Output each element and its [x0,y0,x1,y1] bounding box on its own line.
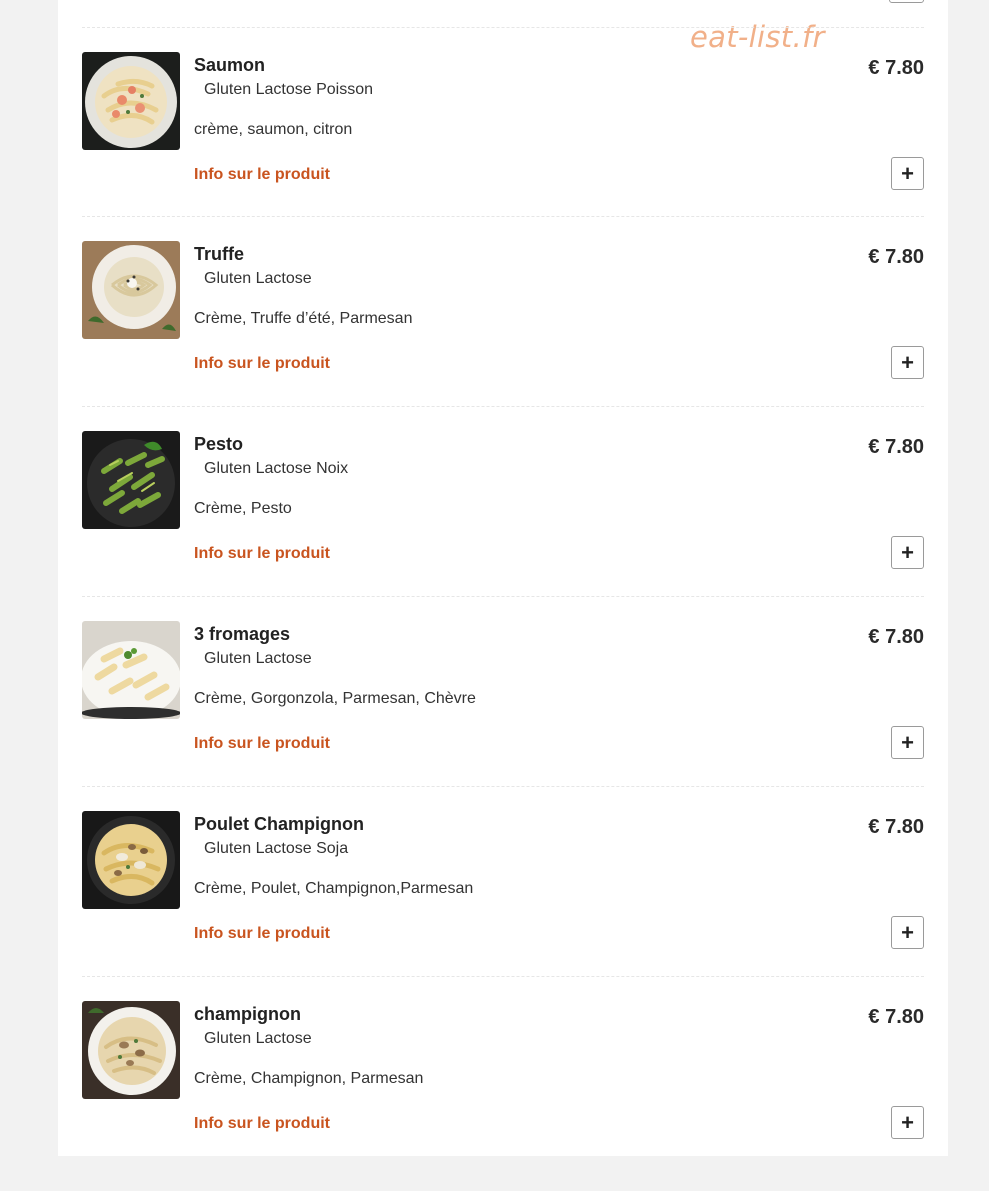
divider [82,596,924,597]
dish-name: champignon [194,1004,301,1024]
add-to-cart-button[interactable]: + [891,536,924,569]
add-to-cart-button[interactable]: + [891,157,924,190]
product-info-link[interactable]: Info sur le produit [194,1115,330,1133]
divider [82,406,924,407]
dish-price: € 7.80 [868,626,924,648]
dish-price: € 7.80 [868,436,924,458]
dish-photo[interactable] [82,621,180,719]
divider [82,27,924,28]
dish-allergens: Gluten Lactose [204,270,312,287]
dish-description: crème, saumon, citron [194,121,353,138]
divider [82,216,924,217]
watermark: eat-list.fr [690,20,825,54]
dish-photo[interactable] [82,52,180,150]
dish-description: Crème, Gorgonzola, Parmesan, Chèvre [194,690,476,707]
add-to-cart-button[interactable]: + [891,1106,924,1139]
dish-allergens: Gluten Lactose Soja [204,840,349,857]
dish-name: Pesto [194,434,244,454]
dish-name: Saumon [194,55,266,75]
dish-price: € 7.80 [868,816,924,838]
dish-description: Crème, Poulet, Champignon,Parmesan [194,880,474,897]
dish-name: 3 fromages [194,624,291,644]
dish-price: € 7.80 [868,57,924,79]
dish-name: Truffe [194,244,245,264]
dish-photo[interactable] [82,1001,180,1099]
dish-name: Poulet Champignon [194,814,364,834]
dish-photo[interactable] [82,241,180,339]
product-info-link[interactable]: Info sur le produit [194,735,330,753]
product-info-link[interactable]: Info sur le produit [194,355,330,373]
dish-allergens: Gluten Lactose Poisson [204,81,373,98]
menu-item-3-fromages: 3 fromages Gluten Lactose Crème, Gorgonz… [82,621,924,811]
menu-item-truffe: Truffe Gluten Lactose Crème, Truffe d’ét… [82,241,924,431]
dish-description: Crème, Truffe d’été, Parmesan [194,310,413,327]
divider [82,976,924,977]
product-info-link[interactable]: Info sur le produit [194,166,330,184]
add-to-cart-button[interactable]: + [891,726,924,759]
dish-description: Crème, Pesto [194,500,292,517]
dish-description: Crème, Champignon, Parmesan [194,1070,424,1087]
dish-allergens: Gluten Lactose [204,650,312,667]
product-info-link[interactable]: Info sur le produit [194,545,330,563]
menu-item-pesto: Pesto Gluten Lactose Noix Crème, Pesto I… [82,431,924,621]
dish-allergens: Gluten Lactose [204,1030,312,1047]
add-button-previous[interactable] [889,0,924,3]
divider [82,786,924,787]
menu-item-champignon: champignon Gluten Lactose Crème, Champig… [82,1001,924,1191]
add-to-cart-button[interactable]: + [891,346,924,379]
product-info-link[interactable]: Info sur le produit [194,925,330,943]
dish-photo[interactable] [82,431,180,529]
dish-allergens: Gluten Lactose Noix [204,460,349,477]
dish-price: € 7.80 [868,1006,924,1028]
menu-item-saumon: Saumon Gluten Lactose Poisson crème, sau… [82,52,924,242]
dish-photo[interactable] [82,811,180,909]
add-to-cart-button[interactable]: + [891,916,924,949]
dish-price: € 7.80 [868,246,924,268]
menu-item-poulet-champignon: Poulet Champignon Gluten Lactose Soja Cr… [82,811,924,1001]
